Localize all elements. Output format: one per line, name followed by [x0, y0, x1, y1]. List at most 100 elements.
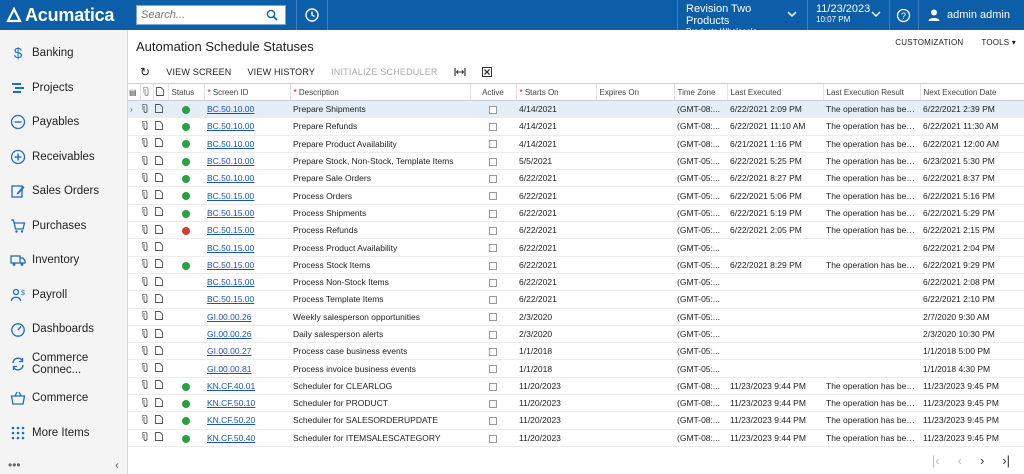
- sidebar-item-projects[interactable]: Projects: [0, 71, 127, 106]
- sidebar-item-purchases[interactable]: Purchases: [0, 209, 127, 244]
- column-header-status[interactable]: Status: [167, 83, 204, 101]
- screen-id-link[interactable]: BC.50.10.00: [204, 117, 290, 136]
- note-icon[interactable]: [153, 100, 168, 119]
- screen-id-link[interactable]: BC.50.15.00: [204, 186, 290, 205]
- tools-menu[interactable]: TOOLS ▾: [981, 38, 1016, 47]
- active-checkbox[interactable]: [489, 330, 497, 339]
- active-checkbox[interactable]: [489, 348, 497, 357]
- note-icon[interactable]: [153, 411, 168, 430]
- attachment-icon[interactable]: [140, 273, 153, 292]
- sidebar-item-banking[interactable]: $ Banking: [0, 36, 127, 71]
- table-row[interactable]: GI.00.00.26 Daily salesperson alerts 2/3/2…: [128, 325, 1024, 344]
- active-checkbox[interactable]: [489, 140, 497, 149]
- active-checkbox[interactable]: [489, 192, 497, 201]
- table-row[interactable]: KN.CF.50.10 Scheduler for PRODUCT 11/20/20…: [128, 394, 1024, 413]
- active-checkbox[interactable]: [489, 382, 497, 391]
- row-selector[interactable]: [128, 342, 140, 361]
- attachment-icon[interactable]: [140, 169, 153, 188]
- screen-id-link[interactable]: KN.CF.50.40: [204, 429, 290, 447]
- sidebar-item-commerce-connector[interactable]: Commerce Connec...: [0, 347, 127, 382]
- row-selector[interactable]: [128, 273, 140, 292]
- note-icon[interactable]: [153, 204, 168, 223]
- table-row[interactable]: KN.CF.40.01 Scheduler for CLEARLOG 11/20/2…: [128, 377, 1024, 396]
- attachment-icon[interactable]: [140, 359, 153, 378]
- more-dots-icon[interactable]: •••: [8, 458, 21, 472]
- screen-id-link[interactable]: BC.50.10.00: [204, 152, 290, 171]
- help-button[interactable]: ?: [889, 0, 917, 30]
- row-selector[interactable]: [128, 117, 140, 136]
- column-header-next-date[interactable]: Next Execution Date: [919, 83, 1024, 101]
- row-selector[interactable]: [128, 186, 140, 205]
- note-icon[interactable]: [153, 238, 168, 257]
- note-icon[interactable]: [153, 359, 168, 378]
- sidebar-item-payroll[interactable]: $ Payroll: [0, 278, 127, 313]
- screen-id-link[interactable]: BC.50.10.00: [204, 169, 290, 188]
- active-checkbox[interactable]: [489, 399, 497, 408]
- row-selector[interactable]: [128, 290, 140, 309]
- attachment-icon[interactable]: [140, 117, 153, 136]
- active-checkbox[interactable]: [489, 434, 497, 443]
- acumatica-logo[interactable]: Acumatica: [0, 0, 128, 30]
- screen-id-link[interactable]: KN.CF.40.01: [204, 377, 290, 396]
- screen-id-link[interactable]: KN.CF.50.10: [204, 394, 290, 413]
- first-page-button[interactable]: |‹: [932, 453, 940, 468]
- sidebar-item-inventory[interactable]: Inventory: [0, 243, 127, 278]
- screen-id-link[interactable]: BC.50.15.00: [204, 238, 290, 257]
- attachment-icon[interactable]: [140, 308, 153, 326]
- attachment-icon[interactable]: [140, 152, 153, 171]
- active-checkbox[interactable]: [489, 175, 497, 184]
- sidebar-item-sales-orders[interactable]: Sales Orders: [0, 174, 127, 209]
- attachment-icon[interactable]: [140, 204, 153, 223]
- table-row[interactable]: BC.50.15.00 Process Template Items 6/22/20…: [128, 290, 1024, 309]
- table-row[interactable]: BC.50.15.00 Process Shipments 6/22/2021 (GM…: [128, 204, 1024, 223]
- refresh-button[interactable]: ↻: [132, 62, 158, 82]
- screen-id-link[interactable]: GI.00.00.81: [204, 359, 290, 378]
- table-row[interactable]: BC.50.10.00 Prepare Sale Orders 6/22/2021 (…: [128, 169, 1024, 188]
- active-checkbox[interactable]: [489, 226, 497, 235]
- column-header-starts-on[interactable]: * Starts On: [515, 83, 596, 101]
- column-header-expires-on[interactable]: Expires On: [595, 83, 674, 101]
- note-icon[interactable]: [153, 186, 168, 205]
- table-row[interactable]: KN.CF.50.40 Scheduler for ITEMSALESCATEGO…: [128, 429, 1024, 447]
- column-header-screen-id[interactable]: * Screen ID: [203, 83, 290, 101]
- fit-columns-button[interactable]: [446, 62, 474, 82]
- table-row[interactable]: BC.50.10.00 Prepare Product Availability 4…: [128, 135, 1024, 153]
- active-checkbox[interactable]: [489, 157, 497, 166]
- table-row[interactable]: › BC.50.10.00 Prepare Shipments 4/14/2021 (G…: [128, 100, 1024, 119]
- note-icon[interactable]: [153, 342, 168, 361]
- row-selector[interactable]: [128, 256, 140, 274]
- active-checkbox[interactable]: [489, 417, 497, 426]
- note-icon[interactable]: [153, 273, 168, 292]
- attachment-icon[interactable]: [140, 342, 153, 361]
- note-icon[interactable]: [153, 290, 168, 309]
- sidebar-item-payables[interactable]: Payables: [0, 105, 127, 140]
- column-header-last-executed[interactable]: Last Executed: [726, 83, 823, 101]
- table-row[interactable]: BC.50.15.00 Process Non-Stock Items 6/22/2…: [128, 273, 1024, 292]
- column-header-active[interactable]: Active: [469, 83, 516, 101]
- screen-id-link[interactable]: BC.50.15.00: [204, 273, 290, 292]
- view-screen-button[interactable]: VIEW SCREEN: [158, 62, 239, 82]
- attachment-icon[interactable]: [140, 377, 153, 396]
- attachment-icon[interactable]: [140, 221, 153, 240]
- attachment-icon[interactable]: [140, 256, 153, 274]
- column-header-time-zone[interactable]: Time Zone: [673, 83, 727, 101]
- column-header-last-result[interactable]: Last Execution Result: [822, 83, 920, 101]
- screen-id-link[interactable]: BC.50.15.00: [204, 204, 290, 223]
- attachment-icon[interactable]: [140, 429, 153, 447]
- table-row[interactable]: BC.50.15.00 Process Product Availability 6…: [128, 238, 1024, 257]
- export-excel-button[interactable]: [474, 62, 500, 82]
- attachment-icon[interactable]: [140, 238, 153, 257]
- table-row[interactable]: BC.50.15.00 Process Stock Items 6/22/2021 (…: [128, 256, 1024, 274]
- table-row[interactable]: BC.50.15.00 Process Orders 6/22/2021 (GMT-0…: [128, 186, 1024, 205]
- row-selector[interactable]: ›: [128, 100, 140, 119]
- customization-link[interactable]: CUSTOMIZATION: [895, 38, 963, 47]
- search-input[interactable]: [137, 6, 262, 24]
- table-row[interactable]: GI.00.00.27 Process case business events 1…: [128, 342, 1024, 361]
- note-icon[interactable]: [153, 135, 168, 153]
- active-checkbox[interactable]: [489, 261, 497, 270]
- search-icon[interactable]: [262, 9, 282, 21]
- branch-selector[interactable]: Revision Two Products Products Wholesale: [677, 0, 805, 36]
- column-header-description[interactable]: * Description: [289, 83, 470, 101]
- active-checkbox[interactable]: [489, 365, 497, 374]
- row-selector[interactable]: [128, 238, 140, 257]
